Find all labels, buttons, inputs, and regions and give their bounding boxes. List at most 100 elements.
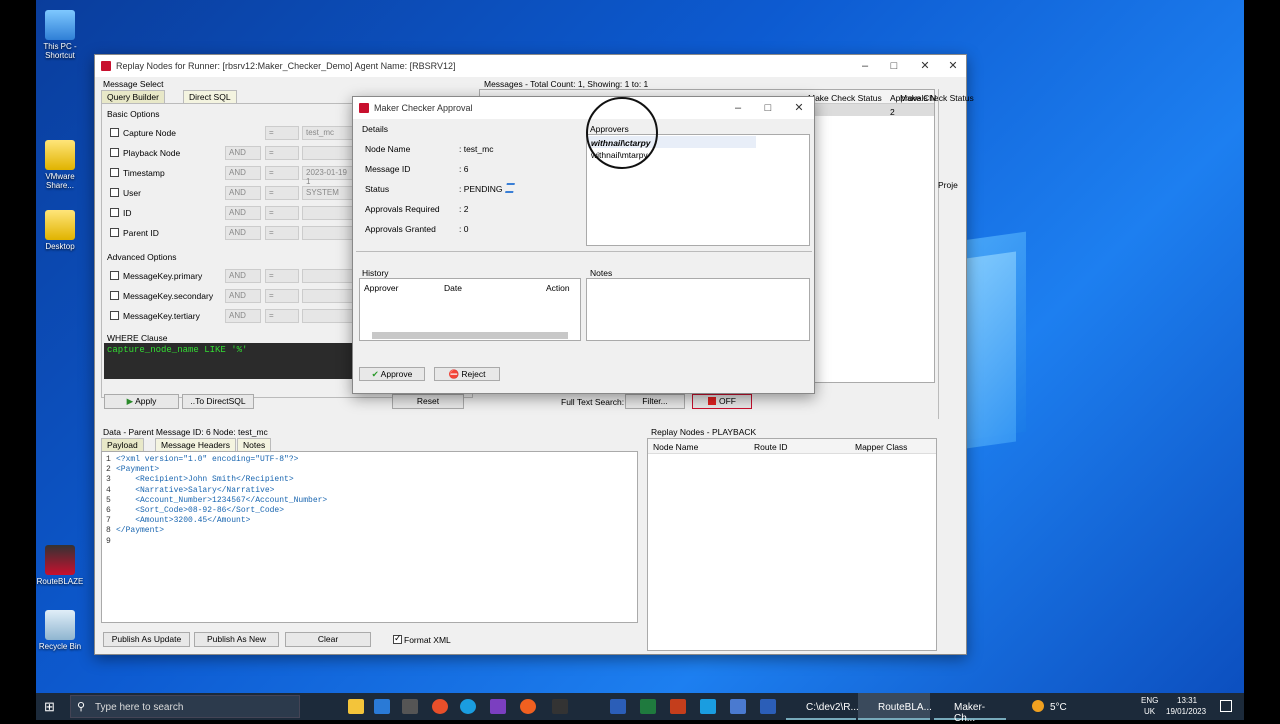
comparator-select[interactable]: = — [265, 146, 299, 160]
field-value-input[interactable] — [302, 226, 354, 240]
field-value-input[interactable] — [302, 206, 354, 220]
tab-payload[interactable]: Payload — [101, 438, 144, 451]
format-xml-checkbox[interactable]: ✓ — [393, 633, 402, 644]
maximize-button[interactable]: □ — [879, 55, 909, 77]
app-icon-blue[interactable] — [730, 699, 746, 714]
adv-field-value-input[interactable] — [302, 309, 354, 323]
word-icon[interactable] — [610, 699, 626, 714]
app-icon[interactable] — [402, 699, 418, 714]
apply-button[interactable]: ▶ Apply — [104, 394, 179, 409]
adv-field-value-input[interactable] — [302, 269, 354, 283]
field-checkbox[interactable] — [110, 208, 119, 217]
adv-field-value-input[interactable] — [302, 289, 354, 303]
comparator-select[interactable]: = — [265, 186, 299, 200]
taskbar-app-routeblaze[interactable]: RouteBLA... — [858, 693, 932, 720]
notes-textarea[interactable] — [586, 278, 810, 341]
excel-icon[interactable] — [640, 699, 656, 714]
file-explorer-icon[interactable] — [348, 699, 364, 714]
chrome-icon[interactable] — [432, 699, 448, 714]
comparator-select[interactable]: = — [265, 226, 299, 240]
field-checkbox[interactable] — [110, 128, 119, 137]
desktop-icon-vmware-share[interactable]: VMware Share... — [32, 140, 88, 190]
clock-time[interactable]: 13:31 — [1177, 696, 1197, 705]
publish-as-update-button[interactable]: Publish As Update — [103, 632, 190, 647]
publish-as-new-button[interactable]: Publish As New — [194, 632, 279, 647]
tab-direct-sql[interactable]: Direct SQL — [183, 90, 237, 103]
notifications-icon[interactable] — [1220, 700, 1232, 712]
history-scrollbar[interactable] — [372, 332, 568, 339]
field-checkbox[interactable] — [110, 188, 119, 197]
line-number: 3 — [106, 475, 111, 485]
windows-start-icon[interactable]: ⊞ — [44, 699, 55, 715]
close-button[interactable]: ✕ — [910, 55, 940, 77]
adv-field-checkbox[interactable] — [110, 311, 119, 320]
desktop-icon-this-pc[interactable]: This PC - Shortcut — [32, 10, 88, 60]
field-label: User — [123, 188, 141, 198]
comparator-select[interactable]: = — [265, 309, 299, 323]
clear-button[interactable]: Clear — [285, 632, 371, 647]
comparator-select[interactable]: = — [265, 269, 299, 283]
terminal-icon[interactable] — [552, 699, 568, 714]
powerpoint-icon[interactable] — [670, 699, 686, 714]
weather-icon[interactable] — [1032, 700, 1044, 712]
operator-select[interactable]: AND — [225, 289, 261, 303]
filter-button[interactable]: Filter... — [625, 394, 685, 409]
dialog-minimize-button[interactable]: – — [723, 97, 753, 119]
close-button-outer[interactable]: ✕ — [938, 55, 968, 77]
off-toggle[interactable]: OFF — [692, 394, 752, 409]
desktop-icon-desktop[interactable]: Desktop — [32, 210, 88, 251]
to-directsql-button[interactable]: ..To DirectSQL — [182, 394, 254, 409]
adv-field-checkbox[interactable] — [110, 271, 119, 280]
desktop-icon-routeblaze[interactable]: RouteBLAZE — [32, 545, 88, 586]
clock-date[interactable]: 19/01/2023 — [1166, 707, 1206, 716]
dialog-close-button[interactable]: ✕ — [784, 97, 814, 119]
where-clause-editor[interactable]: capture_node_name LIKE '%' — [104, 343, 364, 379]
adv-field-checkbox[interactable] — [110, 291, 119, 300]
column-header-action: Action — [546, 283, 570, 293]
button-label: OFF — [719, 396, 736, 406]
desktop-icon-label: Desktop — [45, 242, 75, 251]
dialog-maximize-button[interactable]: □ — [753, 97, 783, 119]
app-icon-orange[interactable] — [520, 699, 536, 714]
language-indicator[interactable]: ENG — [1141, 696, 1158, 705]
operator-select[interactable]: AND — [225, 206, 261, 220]
approve-button[interactable]: ✔ Approve — [359, 367, 425, 381]
tab-query-builder[interactable]: Query Builder — [101, 90, 165, 103]
vscode-icon[interactable] — [374, 699, 390, 714]
edge-icon[interactable] — [460, 699, 476, 714]
desktop-icon-recycle-bin[interactable]: Recycle Bin — [32, 610, 88, 651]
reset-button[interactable]: Reset — [392, 394, 464, 409]
comparator-select[interactable]: = — [265, 166, 299, 180]
advanced-options-label: Advanced Options — [107, 252, 177, 262]
visual-studio-icon[interactable] — [490, 699, 506, 714]
operator-select[interactable]: AND — [225, 269, 261, 283]
field-value-input[interactable]: 2023-01-19 1 — [302, 166, 354, 186]
operator-select[interactable]: AND — [225, 166, 261, 180]
field-checkbox[interactable] — [110, 168, 119, 177]
taskbar-app-notepad[interactable]: C:\dev2\R... — [786, 693, 859, 720]
field-value-input[interactable]: test_mc — [302, 126, 354, 140]
taskbar-app-maker-checker[interactable]: Maker-Ch... — [934, 693, 1006, 724]
field-checkbox[interactable] — [110, 148, 119, 157]
operator-select[interactable]: AND — [225, 186, 261, 200]
tab-notes[interactable]: Notes — [237, 438, 272, 451]
adv-field-label: MessageKey.secondary — [123, 291, 214, 301]
reject-button[interactable]: ⛔ Reject — [434, 367, 500, 381]
comparator-select[interactable]: = — [265, 126, 299, 140]
operator-select[interactable]: AND — [225, 309, 261, 323]
operator-select[interactable]: AND — [225, 226, 261, 240]
field-value-input[interactable]: SYSTEM — [302, 186, 354, 200]
visio-icon[interactable] — [760, 699, 776, 714]
column-header-node-name: Node Name — [653, 442, 699, 452]
side-tab-project[interactable]: Proje — [938, 180, 958, 190]
field-checkbox[interactable] — [110, 228, 119, 237]
tab-message-headers[interactable]: Message Headers — [155, 438, 236, 451]
minimize-button[interactable]: – — [850, 55, 880, 77]
payload-editor[interactable]: 1 <?xml version="1.0" encoding="UTF-8"?> 2… — [101, 451, 638, 623]
comparator-select[interactable]: = — [265, 206, 299, 220]
comparator-select[interactable]: = — [265, 289, 299, 303]
field-value-input[interactable] — [302, 146, 354, 160]
ie-icon[interactable] — [700, 699, 716, 714]
search-box[interactable]: ⚲ Type here to search — [70, 695, 300, 718]
operator-select[interactable]: AND — [225, 146, 261, 160]
